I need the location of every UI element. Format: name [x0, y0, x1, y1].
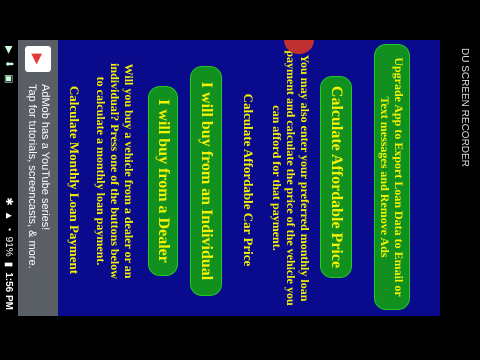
dealer-button[interactable]: I will buy from a Dealer: [148, 86, 178, 276]
monthly-payment-description: Will you buy a vehicle from a dealer or …: [94, 63, 136, 279]
individual-button[interactable]: I will buy from an Individual: [190, 66, 222, 296]
battery-level: 91%: [3, 236, 15, 257]
bluetooth-icon: ✱: [3, 197, 15, 206]
ad-subtitle: Tap for tutorials, screencasts, & more.: [26, 84, 38, 269]
wifi-icon: ◔: [3, 225, 15, 232]
calculate-affordable-price-button[interactable]: Calculate Affordable Price: [320, 76, 352, 278]
recorder-label: DU SCREEN RECORDER: [459, 48, 470, 167]
youtube-icon: ▶: [25, 46, 51, 72]
upgrade-button[interactable]: Upgrade App to Export Loan Data to Email…: [374, 44, 410, 310]
status-time: 1:56 PM: [3, 272, 15, 310]
ad-banner-content[interactable]: ▶ AdMob has a YouTube series! Tap for tu…: [18, 40, 58, 316]
ad-title: AdMob has a YouTube series!: [39, 84, 51, 231]
ad-text[interactable]: AdMob has a YouTube series! Tap for tuto…: [25, 84, 51, 310]
affordable-price-heading: Calculate Affordable Car Price: [241, 93, 256, 267]
monthly-payment-heading: Calculate Monthly Loan Payment: [67, 85, 82, 275]
affordable-price-description: You may also enter your preferred monthl…: [270, 50, 312, 306]
status-bar-right: ✱ ▲ ◔ 91% ▮ 1:56 PM: [0, 40, 18, 316]
signal-icon: ▲: [3, 210, 15, 221]
battery-icon: ▮: [3, 261, 15, 268]
